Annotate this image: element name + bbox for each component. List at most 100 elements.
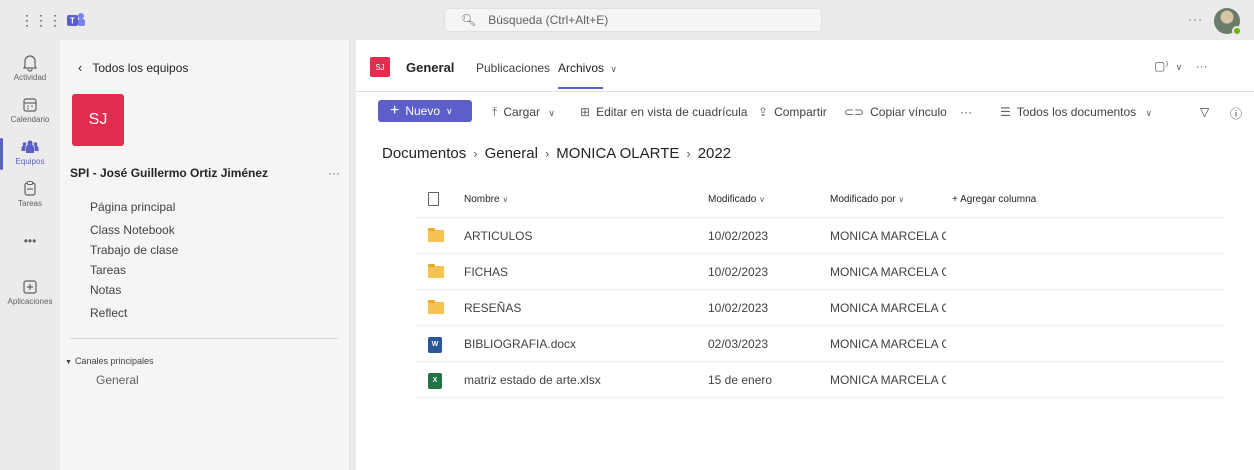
rail-item-tareas[interactable]: Tareas	[0, 180, 60, 208]
toolbar-more-icon[interactable]: ···	[960, 105, 972, 119]
channel-avatar: SJ	[370, 57, 390, 77]
chevron-down-icon: ∨	[610, 64, 617, 74]
file-name[interactable]: BIBLIOGRAFIA.docx	[464, 326, 576, 362]
chevron-down-icon: ∨	[1175, 62, 1183, 72]
breadcrumb: Documentos › General › MONICA OLARTE › 2022	[382, 145, 731, 162]
video-call-icon[interactable]: ▢⁾	[1154, 59, 1168, 73]
link-icon: ⊂⊃	[844, 105, 865, 119]
apps-icon	[23, 280, 37, 294]
divider	[70, 338, 338, 339]
nav-item-pagina-principal[interactable]: Página principal	[90, 196, 178, 219]
rail-item-actividad[interactable]: Actividad	[0, 54, 60, 82]
chevron-down-icon: ∨	[446, 105, 453, 116]
rail-item-aplicaciones[interactable]: Aplicaciones	[0, 278, 60, 306]
nav-item-tareas[interactable]: Tareas	[90, 262, 178, 279]
svg-text:T: T	[70, 17, 75, 26]
back-to-teams-link[interactable]: ‹ Todos los equipos	[78, 60, 188, 75]
tab-publicaciones[interactable]: Publicaciones	[476, 61, 550, 75]
rail-item-equipos[interactable]: Equipos	[0, 138, 60, 170]
breadcrumb-item[interactable]: General	[485, 145, 538, 162]
table-row[interactable]: FICHAS 10/02/2023 MONICA MARCELA CA	[416, 254, 1224, 290]
upload-button[interactable]: ⤒ Cargar ∨	[492, 105, 555, 120]
edit-grid-button[interactable]: ⊞ Editar en vista de cuadrícula	[580, 105, 747, 119]
file-modified-by: MONICA MARCELA CA	[830, 229, 946, 243]
document-icon	[428, 192, 439, 207]
column-header-name[interactable]: Nombre ∨	[464, 182, 508, 218]
table-row[interactable]: ARTICULOS 10/02/2023 MONICA MARCELA CA	[416, 218, 1224, 254]
team-avatar: SJ	[72, 94, 124, 146]
file-name[interactable]: FICHAS	[464, 254, 508, 290]
table-row[interactable]: RESEÑAS 10/02/2023 MONICA MARCELA CA	[416, 290, 1224, 326]
copy-link-button[interactable]: ⊂⊃ Copiar vínculo	[844, 105, 947, 119]
team-nav: Página principal Class Notebook Trabajo …	[90, 196, 178, 325]
nav-item-trabajo-de-clase[interactable]: Trabajo de clase	[90, 242, 178, 259]
file-name[interactable]: matriz estado de arte.xlsx	[464, 362, 601, 398]
channel-header-actions[interactable]: ▢⁾ ∨ ···	[1154, 59, 1208, 73]
column-header-modified[interactable]: Modificado ∨	[708, 182, 765, 218]
plus-icon: +	[390, 102, 400, 119]
info-icon[interactable]: ⓘ	[1230, 105, 1242, 122]
breadcrumb-item[interactable]: Documentos	[382, 145, 466, 162]
breadcrumb-item[interactable]: MONICA OLARTE	[556, 145, 679, 162]
file-name[interactable]: ARTICULOS	[464, 218, 532, 254]
app-launcher-icon[interactable]: ⋮⋮⋮	[20, 12, 62, 28]
nav-item-notas[interactable]: Notas	[90, 279, 178, 302]
back-label: Todos los equipos	[92, 60, 189, 75]
chevron-down-icon: ∨	[898, 195, 905, 204]
chevron-down-icon: ∨	[1145, 108, 1153, 118]
table-header-row: Nombre ∨ Modificado ∨ Modificado por ∨ +…	[416, 182, 1224, 218]
channels-section-title[interactable]: ▼ Canales principales	[65, 356, 153, 366]
more-options-icon[interactable]: ···	[1188, 12, 1203, 26]
nav-item-class-notebook[interactable]: Class Notebook	[90, 219, 178, 242]
folder-icon	[428, 263, 444, 278]
teams-logo-icon: T	[67, 13, 85, 26]
file-modified: 10/02/2023	[708, 301, 769, 315]
bell-icon	[23, 55, 37, 72]
upload-icon: ⤒	[492, 105, 498, 119]
search-placeholder: Búsqueda (Ctrl+Alt+E)	[488, 13, 609, 27]
more-options-icon[interactable]: ···	[1196, 59, 1208, 73]
more-icon: •••	[23, 234, 37, 248]
team-name[interactable]: SPI - José Guillermo Ortiz Jiménez	[70, 166, 268, 180]
avatar[interactable]	[1214, 8, 1242, 36]
search-icon: 🔍︎	[461, 13, 477, 27]
nav-item-reflect[interactable]: Reflect	[90, 302, 178, 325]
file-modified: 02/03/2023	[708, 337, 769, 351]
file-type-header[interactable]	[428, 182, 444, 218]
share-button[interactable]: ⇪ Compartir	[758, 105, 827, 119]
tasks-icon	[24, 181, 36, 196]
file-modified: 10/02/2023	[708, 265, 769, 279]
filter-icon[interactable]: ▽	[1200, 105, 1209, 119]
tab-archivos[interactable]: Archivos ∨	[558, 61, 617, 89]
rail-item-more[interactable]: •••	[0, 232, 60, 250]
file-modified-by: MONICA MARCELA CA	[830, 301, 946, 315]
chevron-right-icon: ›	[686, 146, 691, 161]
teams-icon	[21, 140, 39, 153]
chevron-down-icon: ∨	[759, 195, 765, 204]
column-header-modified-by[interactable]: Modificado por ∨	[830, 182, 946, 218]
file-modified-by: MONICA MARCELA CA	[830, 373, 946, 387]
rail-item-calendario[interactable]: Calendario	[0, 96, 60, 124]
view-list-icon: ☰	[1000, 105, 1011, 119]
file-name[interactable]: RESEÑAS	[464, 290, 521, 326]
team-more-options-icon[interactable]: ···	[328, 166, 340, 180]
table-row[interactable]: W BIBLIOGRAFIA.docx 02/03/2023 MONICA MA…	[416, 326, 1224, 362]
share-icon: ⇪	[758, 105, 769, 119]
add-column-button[interactable]: + Agregar columna	[952, 182, 1036, 218]
channel-header: SJ General Publicaciones Archivos ∨ ▢⁾ ∨…	[356, 40, 1254, 92]
grid-icon: ⊞	[580, 105, 591, 119]
chevron-left-icon: ‹	[78, 60, 83, 75]
folder-icon	[428, 299, 444, 314]
new-button[interactable]: + Nuevo ∨	[378, 100, 472, 122]
search-input[interactable]: 🔍︎ Búsqueda (Ctrl+Alt+E)	[444, 8, 822, 32]
chevron-down-icon: ∨	[502, 195, 509, 204]
app-rail: Actividad Calendario Equipos Tareas ••• …	[0, 40, 60, 470]
team-panel: ‹ Todos los equipos SJ SPI - José Guille…	[60, 40, 350, 470]
top-bar: ⋮⋮⋮ T 🔍︎ Búsqueda (Ctrl+Alt+E) ···	[0, 0, 1254, 40]
channel-content: SJ General Publicaciones Archivos ∨ ▢⁾ ∨…	[356, 40, 1254, 470]
chevron-down-icon: ∨	[548, 108, 555, 118]
channel-item-general[interactable]: General	[96, 373, 139, 387]
table-row[interactable]: X matriz estado de arte.xlsx 15 de enero…	[416, 362, 1224, 398]
view-selector[interactable]: ☰ Todos los documentos ∨	[1000, 105, 1152, 119]
word-file-icon: W	[428, 336, 442, 353]
